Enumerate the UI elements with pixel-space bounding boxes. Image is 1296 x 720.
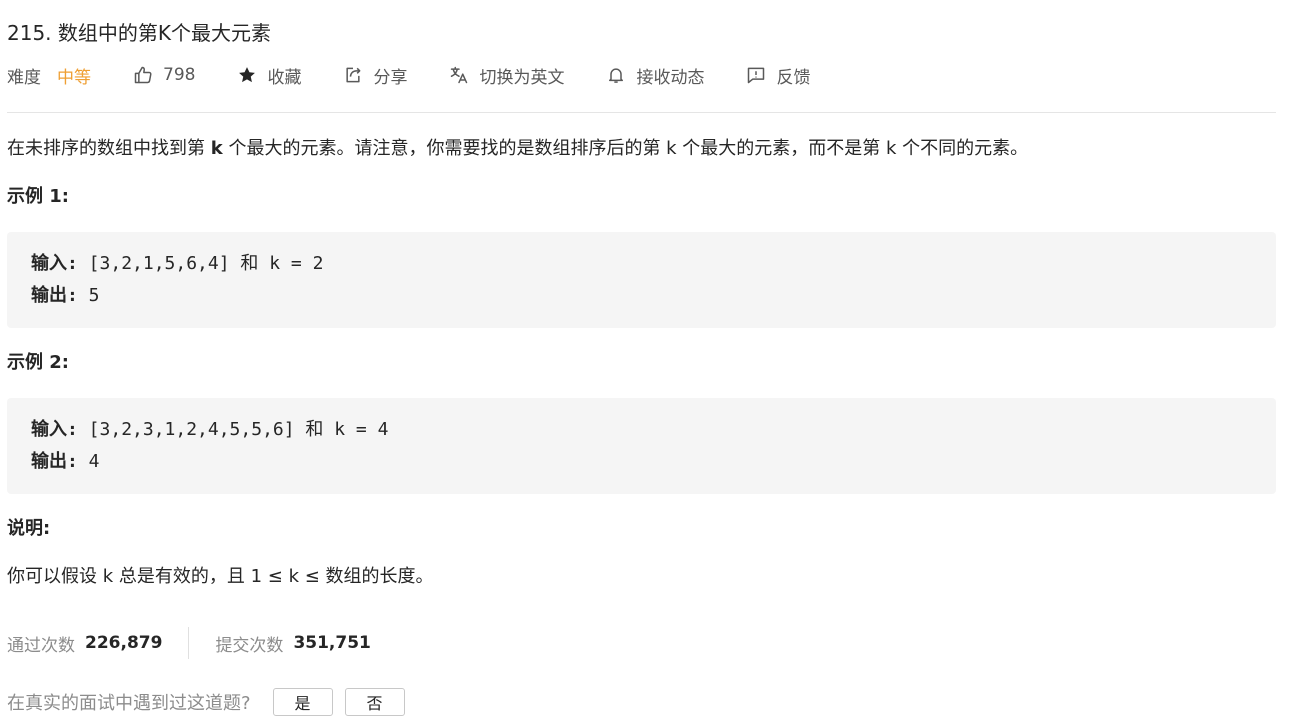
problem-title: 215. 数组中的第K个最大元素 — [7, 21, 272, 45]
example-1-heading: 示例 1: — [7, 186, 69, 207]
example-2-heading: 示例 2: — [7, 352, 69, 373]
like-button[interactable]: 798 — [133, 65, 195, 85]
share-label: 分享 — [373, 67, 408, 88]
difficulty-value: 中等 — [57, 67, 91, 88]
switch-language-label: 切换为英文 — [479, 67, 565, 88]
stats-divider — [188, 627, 190, 659]
subscribe-label: 接收动态 — [636, 67, 705, 88]
interview-question-text: 在真实的面试中遇到过这道题? — [7, 693, 251, 714]
example-2-input-line: 输入: [3,2,3,1,2,4,5,5,6] 和 k = 4 — [31, 414, 388, 446]
description-bold-k: k — [210, 138, 223, 159]
subscribe-button[interactable]: 接收动态 — [606, 63, 704, 88]
example-2-output-line: 输出: 4 — [31, 446, 100, 478]
feedback-label: 反馈 — [776, 67, 811, 88]
example-2-code: 输入: [3,2,3,1,2,4,5,5,6] 和 k = 4 输出: 4 — [7, 398, 1276, 494]
yes-button[interactable]: 是 — [272, 688, 333, 716]
output-value: 4 — [77, 451, 100, 472]
output-value: 5 — [77, 285, 100, 306]
example-1-code: 输入: [3,2,1,5,6,4] 和 k = 2 输出: 5 — [7, 232, 1276, 328]
accepted-value: 226,879 — [85, 633, 163, 653]
thumbs-up-icon — [134, 66, 152, 84]
example-1-input-line: 输入: [3,2,1,5,6,4] 和 k = 2 — [31, 248, 323, 280]
bell-icon — [609, 68, 624, 83]
no-button[interactable]: 否 — [344, 688, 405, 716]
favorite-label: 收藏 — [267, 67, 302, 88]
star-icon — [239, 67, 256, 83]
switch-language-button[interactable]: 切换为英文 — [449, 63, 564, 88]
problem-description: 在未排序的数组中找到第 k 个最大的元素。请注意，你需要找的是数组排序后的第 k… — [7, 136, 1028, 162]
input-label: 输入: — [31, 253, 78, 274]
favorite-button[interactable]: 收藏 — [237, 63, 301, 88]
output-label: 输出: — [31, 451, 78, 472]
submission-stats: 通过次数 226,879 提交次数 351,751 — [7, 626, 371, 660]
input-value: [3,2,3,1,2,4,5,5,6] 和 k = 4 — [77, 419, 389, 440]
difficulty-label: 难度 — [7, 67, 41, 88]
submissions-value: 351,751 — [293, 633, 371, 653]
feedback-icon — [748, 67, 765, 84]
note-heading: 说明: — [7, 518, 51, 539]
share-icon — [346, 67, 361, 83]
feedback-button[interactable]: 反馈 — [746, 63, 810, 88]
problem-meta-bar: 难度 中等 798 收藏 分享 切换为英文 接收动态 反馈 — [7, 62, 810, 88]
note-text: 你可以假设 k 总是有效的，且 1 ≤ k ≤ 数组的长度。 — [7, 566, 434, 587]
share-button[interactable]: 分享 — [343, 63, 407, 88]
translate-icon — [451, 66, 468, 84]
example-1-output-line: 输出: 5 — [31, 280, 100, 312]
input-value: [3,2,1,5,6,4] 和 k = 2 — [77, 253, 324, 274]
input-label: 输入: — [31, 419, 78, 440]
like-count: 798 — [163, 65, 196, 85]
header-divider — [7, 112, 1276, 113]
output-label: 输出: — [31, 285, 78, 306]
submissions-label: 提交次数 — [215, 635, 284, 656]
interview-question: 在真实的面试中遇到过这道题? 是 否 — [7, 686, 417, 718]
description-text-2: 个最大的元素。请注意，你需要找的是数组排序后的第 k 个最大的元素，而不是第 k… — [222, 138, 1029, 159]
accepted-label: 通过次数 — [7, 635, 75, 656]
description-text-1: 在未排序的数组中找到第 — [7, 138, 211, 159]
